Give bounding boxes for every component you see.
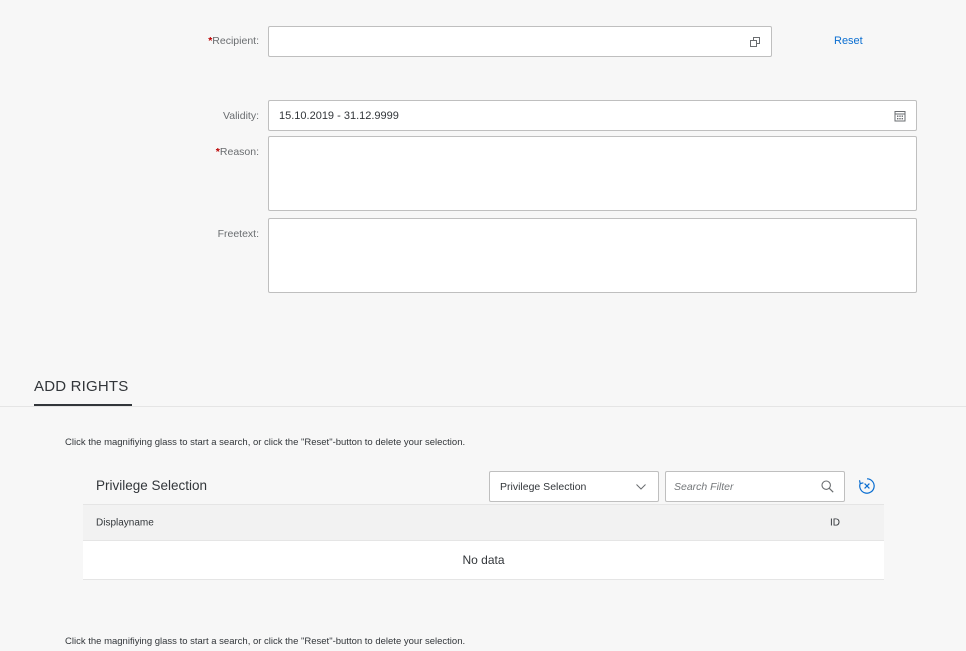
- value-help-icon[interactable]: [749, 36, 761, 48]
- table-header: Displayname ID: [83, 504, 884, 541]
- reason-label: *Reason:: [216, 146, 259, 158]
- recipient-label: *Recipient:: [208, 35, 259, 47]
- validity-label: Validity:: [223, 110, 259, 122]
- table-row: No data: [83, 541, 884, 580]
- recipient-input[interactable]: [268, 26, 772, 57]
- reason-textarea[interactable]: [268, 136, 917, 211]
- section-title: ADD RIGHTS: [34, 378, 129, 395]
- column-header-displayname[interactable]: Displayname: [96, 517, 154, 528]
- reset-link[interactable]: Reset: [834, 35, 863, 47]
- validity-value: 15.10.2019 - 31.12.9999: [279, 109, 399, 122]
- table-title: Privilege Selection: [96, 478, 208, 493]
- clear-selection-icon[interactable]: [858, 477, 876, 495]
- freetext-textarea[interactable]: [268, 218, 917, 293]
- validity-date-range[interactable]: 15.10.2019 - 31.12.9999: [268, 100, 917, 131]
- no-data-text: No data: [462, 553, 505, 567]
- search-hint-text-2: Click the magnifiying glass to start a s…: [65, 636, 466, 647]
- search-hint-text: Click the magnifiying glass to start a s…: [65, 437, 466, 448]
- recipient-label-text: Recipient:: [212, 35, 259, 47]
- search-input[interactable]: [674, 478, 804, 496]
- column-header-id[interactable]: ID: [830, 517, 840, 528]
- reason-label-text: Reason:: [219, 146, 259, 158]
- dropdown-selected-value: Privilege Selection: [500, 480, 587, 493]
- freetext-label: Freetext:: [217, 228, 259, 240]
- page: *Recipient: Reset Validity: 15.10.2019 -…: [0, 0, 966, 651]
- section-divider: [0, 406, 966, 407]
- calendar-icon[interactable]: [894, 110, 906, 122]
- search-field[interactable]: [665, 471, 845, 502]
- chevron-down-icon: [636, 483, 646, 490]
- privilege-selection-dropdown[interactable]: Privilege Selection: [489, 471, 659, 502]
- search-icon[interactable]: [821, 480, 834, 493]
